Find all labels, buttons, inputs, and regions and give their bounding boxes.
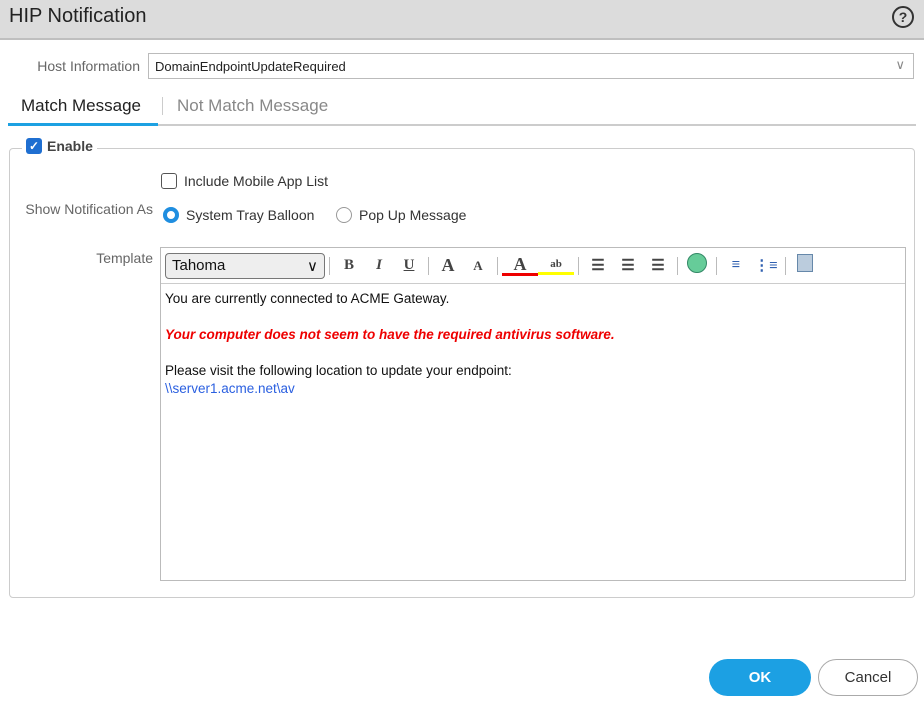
tab-not-match-message[interactable]: Not Match Message	[177, 96, 328, 116]
toolbar-separator	[329, 256, 330, 275]
editor-toolbar: Tahoma ∨ B I U A A A ab ☰ ☰ ☰ ≡ ⋮≡	[161, 248, 905, 284]
align-left-icon[interactable]: ☰	[583, 256, 613, 275]
radio-system-tray-balloon[interactable]: System Tray Balloon	[163, 207, 314, 223]
content-warning-line: Your computer does not seem to have the …	[165, 327, 615, 342]
checkbox-checked-icon: ✓	[26, 138, 42, 154]
active-tab-indicator	[8, 123, 158, 126]
dialog-header: HIP Notification ?	[0, 0, 924, 40]
content-link[interactable]: \\server1.acme.net\av	[165, 380, 901, 398]
radio-pop-up-message[interactable]: Pop Up Message	[336, 207, 466, 223]
content-line: You are currently connected to ACME Gate…	[165, 291, 450, 306]
font-select[interactable]: Tahoma ∨	[165, 252, 325, 279]
font-color-button[interactable]: A	[502, 255, 538, 276]
toolbar-separator	[785, 256, 786, 275]
include-mobile-app-checkbox[interactable]: Include Mobile App List	[161, 173, 328, 189]
radio-selected-icon	[163, 207, 179, 223]
template-editor: Tahoma ∨ B I U A A A ab ☰ ☰ ☰ ≡ ⋮≡ You ar…	[160, 247, 906, 581]
decrease-font-button[interactable]: A	[463, 258, 493, 274]
highlight-color-button[interactable]: ab	[538, 256, 574, 275]
include-mobile-label: Include Mobile App List	[184, 173, 328, 189]
ordered-list-icon[interactable]: ≡	[721, 257, 751, 274]
content-line: Please visit the following location to u…	[165, 363, 512, 378]
host-information-label: Host Information	[37, 58, 140, 74]
unordered-list-icon[interactable]: ⋮≡	[751, 256, 781, 275]
checkbox-unchecked-icon	[161, 173, 177, 189]
toolbar-separator	[716, 256, 717, 275]
align-center-icon[interactable]: ☰	[613, 256, 643, 275]
tab-divider	[162, 97, 163, 115]
host-information-select[interactable]: DomainEndpointUpdateRequired ∨	[148, 53, 914, 79]
host-information-value: DomainEndpointUpdateRequired	[155, 59, 346, 74]
bold-button[interactable]: B	[334, 257, 364, 274]
tab-match-message[interactable]: Match Message	[21, 96, 141, 116]
align-right-icon[interactable]: ☰	[643, 256, 673, 275]
cancel-button[interactable]: Cancel	[818, 659, 918, 696]
editor-content[interactable]: You are currently connected to ACME Gate…	[161, 284, 905, 404]
chevron-down-icon: ∨	[307, 257, 318, 275]
toolbar-separator	[578, 256, 579, 275]
pop-up-label: Pop Up Message	[359, 207, 467, 223]
toolbar-separator	[497, 256, 498, 275]
enable-checkbox[interactable]: ✓ Enable	[22, 138, 97, 154]
toolbar-separator	[677, 256, 678, 275]
italic-button[interactable]: I	[364, 257, 394, 274]
source-edit-icon[interactable]	[790, 254, 820, 277]
increase-font-button[interactable]: A	[433, 255, 463, 276]
font-value: Tahoma	[172, 256, 226, 274]
system-tray-label: System Tray Balloon	[186, 207, 315, 223]
underline-button[interactable]: U	[394, 257, 424, 274]
show-notification-label: Show Notification As	[25, 201, 153, 217]
dialog-title: HIP Notification	[9, 5, 147, 27]
template-label: Template	[96, 250, 153, 266]
toolbar-separator	[428, 256, 429, 275]
help-icon[interactable]: ?	[892, 6, 914, 28]
radio-unselected-icon	[336, 207, 352, 223]
ok-button[interactable]: OK	[709, 659, 811, 696]
enable-label: Enable	[47, 138, 93, 154]
chevron-down-icon: ∨	[895, 57, 905, 72]
insert-link-icon[interactable]	[682, 253, 712, 278]
